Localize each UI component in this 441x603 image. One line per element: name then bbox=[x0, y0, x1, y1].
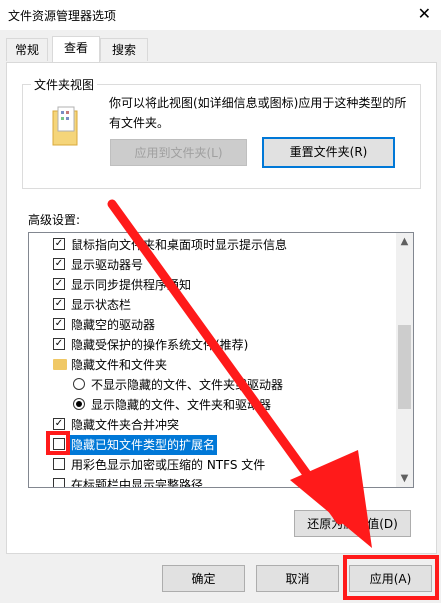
ok-button[interactable]: 确定 bbox=[162, 565, 245, 592]
advanced-settings-list[interactable]: ✓ 鼠标指向文件夹和桌面项时显示提示信息 ✓ 显示驱动器号 ✓ 显示同步提供程序… bbox=[28, 232, 414, 488]
checkbox[interactable]: ✓ bbox=[53, 298, 65, 310]
tab-general[interactable]: 常规 bbox=[6, 38, 48, 61]
cancel-button[interactable]: 取消 bbox=[256, 565, 339, 592]
list-item-label: 隐藏空的驱动器 bbox=[71, 318, 156, 332]
title-bar: 文件资源管理器选项 ✕ bbox=[0, 0, 441, 30]
checkbox[interactable]: ✓ bbox=[53, 258, 65, 270]
window-title: 文件资源管理器选项 bbox=[8, 9, 117, 23]
list-item-label: 隐藏文件夹合并冲突 bbox=[71, 418, 180, 432]
list-item-label: 隐藏文件和文件夹 bbox=[71, 358, 168, 372]
list-item-label: 隐藏已知文件类型的扩展名 bbox=[69, 435, 218, 455]
tab-view[interactable]: 查看 bbox=[52, 36, 100, 62]
list-item-label: 用彩色显示加密或压缩的 NTFS 文件 bbox=[71, 458, 266, 472]
list-item: 隐藏文件和文件夹 bbox=[29, 355, 395, 375]
checkbox[interactable]: ✓ bbox=[53, 278, 65, 290]
list-item-label: 显示状态栏 bbox=[71, 298, 132, 312]
scrollbar-thumb[interactable] bbox=[398, 325, 411, 409]
list-item[interactable]: ✓ 鼠标指向文件夹和桌面项时显示提示信息 bbox=[29, 235, 395, 255]
close-icon[interactable]: ✕ bbox=[418, 4, 431, 23]
list-item-label: 显示隐藏的文件、文件夹和驱动器 bbox=[91, 398, 272, 412]
radio-button[interactable] bbox=[73, 378, 85, 390]
chevron-down-icon[interactable]: ▼ bbox=[396, 470, 413, 487]
annotation-box-apply bbox=[343, 555, 439, 600]
list-item[interactable]: ✓ 隐藏文件夹合并冲突 bbox=[29, 415, 395, 435]
list-item[interactable]: ✓ 显示同步提供程序通知 bbox=[29, 275, 395, 295]
tab-search[interactable]: 搜索 bbox=[100, 38, 148, 61]
annotation-box-checkbox bbox=[46, 431, 70, 455]
list-item-label: 显示同步提供程序通知 bbox=[71, 278, 192, 292]
list-item[interactable]: ✓ 显示驱动器号 bbox=[29, 255, 395, 275]
checkbox[interactable]: ✓ bbox=[53, 418, 65, 430]
radio-button[interactable] bbox=[73, 398, 85, 410]
reset-folders-button[interactable]: 重置文件夹(R) bbox=[262, 137, 395, 168]
folder-icon bbox=[52, 106, 78, 146]
checkbox[interactable] bbox=[53, 458, 65, 470]
list-item[interactable]: 用彩色显示加密或压缩的 NTFS 文件 bbox=[29, 455, 395, 475]
checkbox[interactable]: ✓ bbox=[53, 238, 65, 250]
checkbox[interactable] bbox=[53, 478, 65, 487]
list-item[interactable]: ✓ 显示状态栏 bbox=[29, 295, 395, 315]
list-item[interactable]: ✓ 隐藏受保护的操作系统文件(推荐) bbox=[29, 335, 395, 355]
scrollbar[interactable]: ▲ ▼ bbox=[396, 233, 413, 487]
checkbox[interactable]: ✓ bbox=[53, 338, 65, 350]
list-item[interactable]: 在标题栏中显示完整路径 bbox=[29, 475, 395, 488]
list-item[interactable]: 不显示隐藏的文件、文件夹或驱动器 bbox=[29, 375, 395, 395]
tab-strip: 常规 查看 搜索 bbox=[0, 36, 441, 63]
list-item-label: 显示驱动器号 bbox=[71, 258, 144, 272]
folder-icon bbox=[53, 359, 67, 370]
apply-to-folders-button[interactable]: 应用到文件夹(L) bbox=[110, 139, 247, 166]
folder-view-description: 你可以将此视图(如详细信息或图标)应用于这种类型的所有文件夹。 bbox=[109, 96, 407, 130]
list-item-label: 隐藏受保护的操作系统文件(推荐) bbox=[71, 338, 249, 352]
chevron-up-icon[interactable]: ▲ bbox=[396, 233, 413, 250]
list-item[interactable]: 显示隐藏的文件、文件夹和驱动器 bbox=[29, 395, 395, 415]
list-item-label: 不显示隐藏的文件、文件夹或驱动器 bbox=[91, 378, 284, 392]
list-item-hide-extensions[interactable]: 隐藏已知文件类型的扩展名 bbox=[29, 435, 395, 455]
checkbox[interactable]: ✓ bbox=[53, 318, 65, 330]
advanced-settings-label: 高级设置: bbox=[28, 213, 81, 227]
folder-view-legend: 文件夹视图 bbox=[31, 76, 98, 93]
list-item-label: 鼠标指向文件夹和桌面项时显示提示信息 bbox=[71, 238, 288, 252]
list-item[interactable]: ✓ 隐藏空的驱动器 bbox=[29, 315, 395, 335]
restore-defaults-button[interactable]: 还原为默认值(D) bbox=[294, 510, 411, 537]
list-item-label: 在标题栏中显示完整路径 bbox=[71, 478, 204, 488]
